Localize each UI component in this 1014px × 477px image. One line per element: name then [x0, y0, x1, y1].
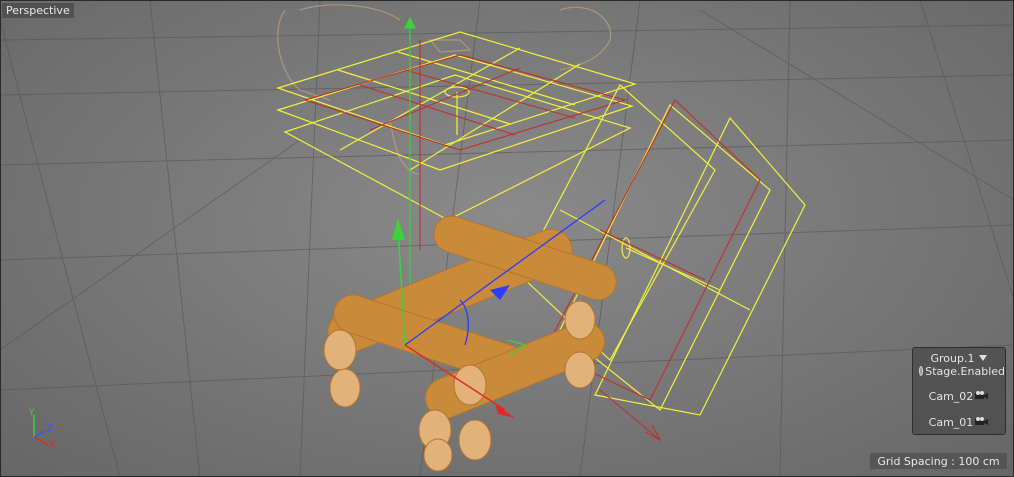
- log-object: [323, 215, 617, 472]
- camera-icon: [975, 416, 989, 429]
- camera-label: Cam_02: [928, 389, 974, 403]
- vertical-axis: [404, 16, 416, 290]
- axis-gizmo-icon: Y Z X: [28, 405, 60, 453]
- axis-x-label: X: [49, 441, 55, 449]
- stage-panel: Group.1 Stage.Enabled Cam_02 Cam_01: [912, 347, 1006, 435]
- grid-spacing-label: Grid Spacing : 100 cm: [870, 453, 1007, 469]
- stage-row[interactable]: Stage.Enabled: [913, 364, 1005, 378]
- stage-label: Stage.Enabled: [925, 364, 1005, 378]
- stage-toggle-icon[interactable]: [919, 366, 924, 376]
- axis-z-label: Z: [47, 424, 53, 434]
- viewport-scene[interactable]: [0, 0, 1014, 477]
- view-name-label[interactable]: Perspective: [2, 3, 74, 18]
- 3d-viewport[interactable]: Perspective Y Z X Group.1 Stage.Enabled …: [0, 0, 1014, 477]
- group-label: Group.1: [930, 351, 975, 365]
- character-outline: [277, 4, 612, 176]
- axis-y-label: Y: [28, 408, 35, 418]
- camera-item[interactable]: Cam_01: [913, 414, 1005, 430]
- camera-label: Cam_01: [928, 415, 974, 429]
- overhead-wireframe: [276, 31, 638, 221]
- camera-item[interactable]: Cam_02: [913, 388, 1005, 404]
- dropdown-arrow-icon[interactable]: [979, 355, 988, 361]
- camera-icon: [975, 390, 989, 403]
